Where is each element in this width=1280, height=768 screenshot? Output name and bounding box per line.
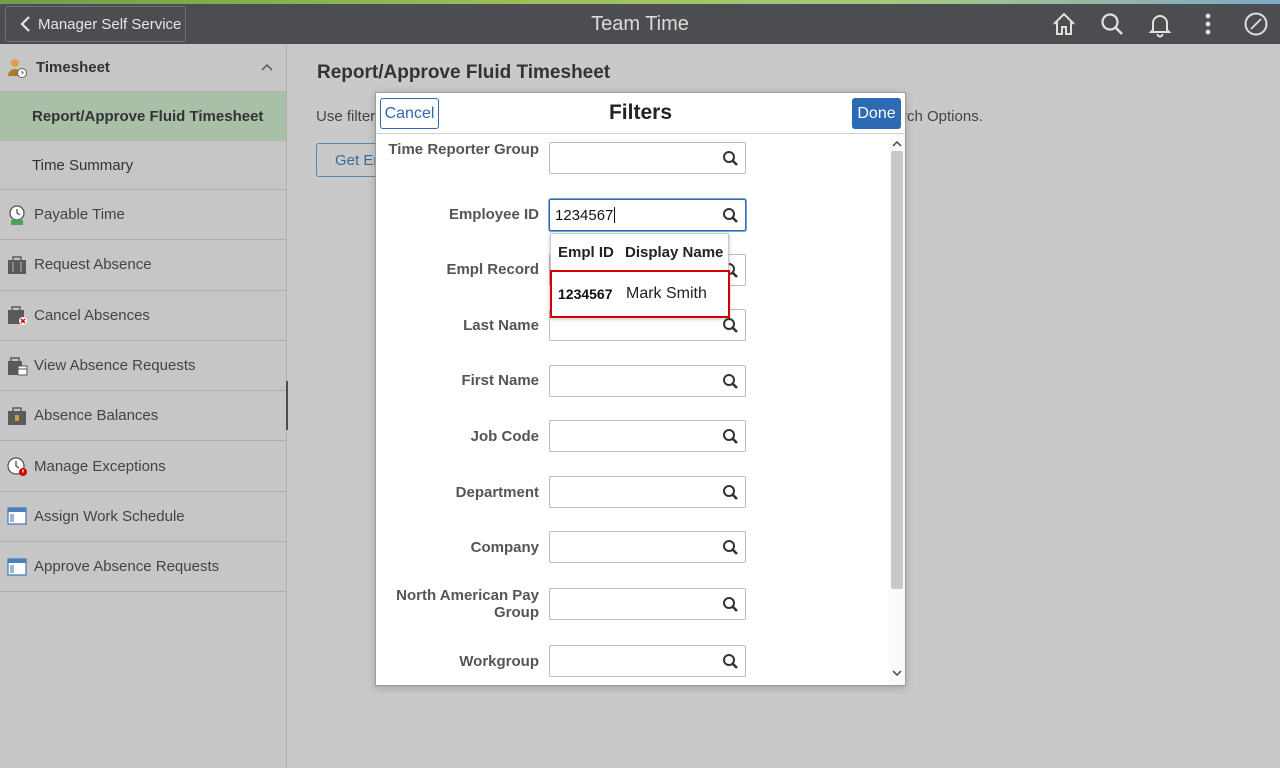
compass-icon[interactable] [1242, 10, 1270, 38]
intro-text-left: Use filter [316, 108, 376, 125]
briefcase-balance-icon [8, 407, 26, 425]
field-label: First Name [461, 372, 539, 389]
field-label: Employee ID [448, 206, 539, 223]
filters-modal: Cancel Filters Done Time Reporter Group … [375, 92, 906, 686]
suggestion-empl-id: 1234567 [558, 286, 613, 302]
field-label: Department [455, 484, 539, 501]
sidebar-item-approve-absence-requests[interactable]: Approve Absence Requests [0, 542, 286, 593]
sidebar-item-time-summary[interactable]: Time Summary [0, 141, 286, 190]
page-title: Report/Approve Fluid Timesheet [317, 62, 611, 83]
search-icon[interactable] [722, 539, 739, 556]
clock-exception-icon [7, 457, 27, 477]
sidebar-item-label: Manage Exceptions [34, 457, 166, 475]
search-icon[interactable] [722, 317, 739, 334]
field-label: Job Code [470, 428, 539, 445]
window-list-icon [7, 507, 27, 526]
field-label: Company [470, 539, 539, 556]
search-icon[interactable] [722, 428, 739, 445]
search-icon[interactable] [722, 150, 739, 167]
payable-time-icon [9, 204, 25, 225]
home-icon[interactable] [1050, 10, 1078, 38]
suggestion-display-name: Mark Smith [626, 285, 707, 302]
sidebar-group-timesheet[interactable]: Timesheet [0, 44, 286, 92]
sidebar-item-absence-balances[interactable]: Absence Balances [0, 391, 286, 442]
scroll-thumb[interactable] [891, 151, 903, 589]
workgroup-input[interactable] [549, 645, 746, 677]
sidebar-group-label: Timesheet [36, 59, 110, 76]
sidebar-item-label: Request Absence [34, 256, 152, 274]
search-icon[interactable] [1098, 10, 1126, 38]
employee-id-value: 1234567 [555, 207, 614, 224]
modal-title: Filters [608, 101, 673, 124]
field-label: Last Name [463, 317, 539, 334]
field-label: Time Reporter Group [388, 141, 539, 158]
briefcase-calendar-icon [8, 356, 28, 376]
sidebar-item-view-absence-requests[interactable]: View Absence Requests [0, 341, 286, 392]
first-name-input[interactable] [549, 365, 746, 397]
window-list-icon [7, 558, 27, 576]
employee-id-input[interactable]: 1234567 [549, 199, 746, 231]
sidebar-item-label: Time Summary [32, 156, 134, 174]
sidebar: Timesheet Report/Approve Fluid Timesheet… [0, 44, 287, 768]
north-american-pay-group-input[interactable] [549, 588, 746, 620]
search-icon[interactable] [722, 596, 739, 613]
field-label: North American Pay Group [396, 587, 539, 621]
company-input[interactable] [549, 531, 746, 563]
bell-icon[interactable] [1146, 10, 1174, 38]
modal-scrollbar[interactable] [889, 134, 905, 685]
suggestion-row[interactable]: 1234567 Mark Smith [550, 270, 730, 318]
job-code-input[interactable] [549, 420, 746, 452]
briefcase-icon [8, 256, 26, 274]
search-icon[interactable] [722, 373, 739, 390]
column-header-display-name: Display Name [625, 243, 724, 261]
column-header-empl-id: Empl ID [558, 243, 614, 261]
back-button[interactable]: Manager Self Service [5, 6, 186, 42]
employee-id-suggestions: Empl ID Display Name 1234567 Mark Smith [550, 233, 730, 318]
scroll-down-icon[interactable] [891, 667, 903, 679]
chevron-left-icon [20, 16, 30, 32]
sidebar-item-label: Payable Time [34, 206, 125, 224]
sidebar-item-label: Absence Balances [34, 407, 159, 425]
field-label: Workgroup [459, 653, 539, 670]
modal-header: Cancel Filters Done [376, 93, 905, 134]
field-label: Empl Record [446, 261, 539, 278]
sidebar-item-payable-time[interactable]: Payable Time [0, 190, 286, 241]
app-header: Manager Self Service Team Time [0, 4, 1280, 44]
sidebar-item-cancel-absences[interactable]: Cancel Absences [0, 291, 286, 341]
briefcase-cancel-icon [8, 306, 27, 326]
sidebar-item-label: View Absence Requests [34, 357, 196, 375]
sidebar-item-label: Assign Work Schedule [34, 507, 185, 525]
sidebar-item-manage-exceptions[interactable]: Manage Exceptions [0, 441, 286, 492]
sidebar-item-request-absence[interactable]: Request Absence [0, 240, 286, 291]
sidebar-item-label: Report/Approve Fluid Timesheet [32, 108, 264, 125]
sidebar-item-assign-work-schedule[interactable]: Assign Work Schedule [0, 492, 286, 543]
intro-text-right: rch Options. [902, 108, 983, 125]
done-button[interactable]: Done [852, 98, 901, 129]
sidebar-item-report-approve-timesheet[interactable]: Report/Approve Fluid Timesheet [0, 92, 286, 141]
chevron-up-icon[interactable] [260, 62, 274, 72]
scroll-up-icon[interactable] [891, 138, 903, 150]
search-icon[interactable] [722, 653, 739, 670]
back-button-label: Manager Self Service [38, 15, 182, 33]
header-title: Team Time [591, 13, 689, 35]
sidebar-item-label: Cancel Absences [34, 306, 150, 324]
suggestions-header: Empl ID Display Name [551, 234, 728, 270]
time-reporter-group-input[interactable] [549, 142, 746, 174]
department-input[interactable] [549, 476, 746, 508]
search-icon[interactable] [722, 207, 739, 224]
more-vertical-icon[interactable] [1194, 10, 1222, 38]
timesheet-user-icon [8, 58, 27, 78]
sidebar-item-label: Approve Absence Requests [34, 558, 220, 576]
search-icon[interactable] [722, 484, 739, 501]
